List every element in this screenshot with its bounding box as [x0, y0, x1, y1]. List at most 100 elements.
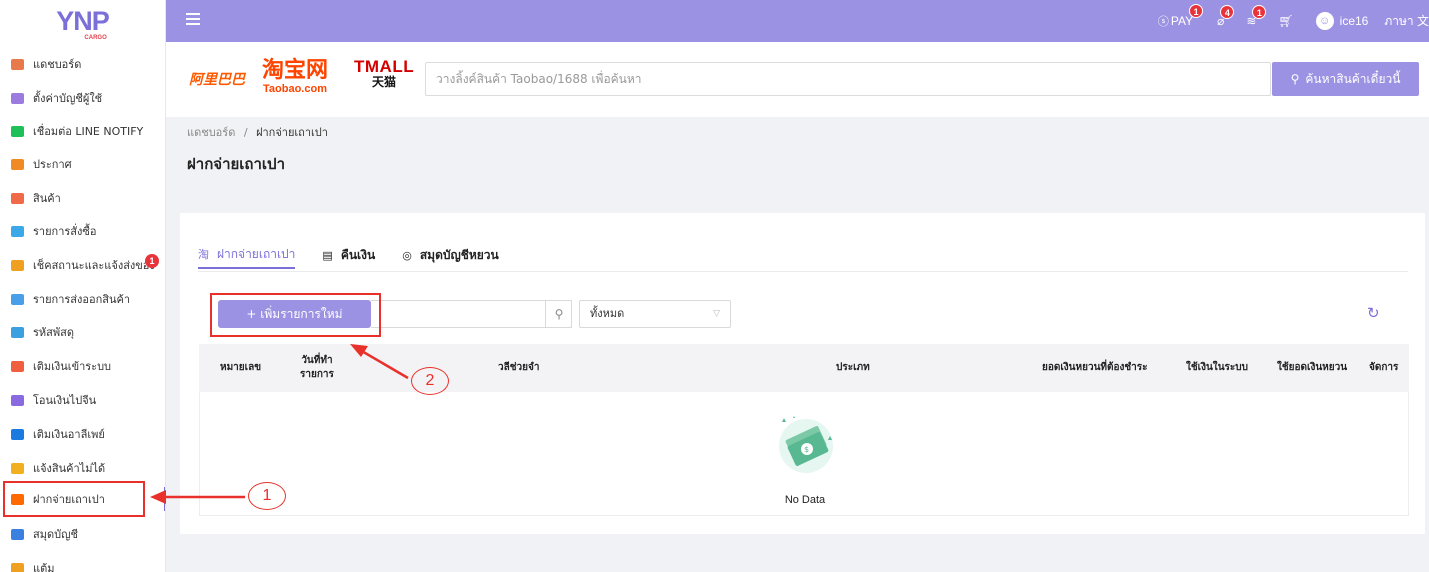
- chart-icon: [11, 58, 24, 70]
- table-header: หมายเลข วันที่ทำ รายการ วลีช่วยจำ ประเภท…: [199, 344, 1409, 392]
- topbar: ⓢ PAY 1 ⌀ 4 ≋ 1 🛒︎ ☺ ice16 ภาษา 文: [166, 0, 1429, 42]
- sidebar-item-label: เชื่อมต่อ LINE NOTIFY: [33, 125, 144, 138]
- brand-tmall-logo[interactable]: TMALL 天猫: [354, 57, 415, 89]
- chevron-down-icon: ▽: [713, 309, 720, 319]
- user-menu[interactable]: ☺ ice16: [1315, 12, 1369, 30]
- sidebar-item-3[interactable]: เชื่อมต่อ LINE NOTIFY: [0, 119, 165, 143]
- sidebar-item-label: โอนเงินไปจีน: [33, 394, 97, 407]
- sidebar-active-indicator: [164, 487, 165, 511]
- sidebar-item-label: รหัสพัสดุ: [33, 326, 74, 339]
- empty-state-text: No Data: [784, 494, 826, 506]
- brand-taobao-logo[interactable]: 淘宝网 Taobao.com: [262, 58, 329, 96]
- sidebar-item-label: ตั้งค่าบัญชีผู้ใช้: [33, 92, 103, 105]
- username: ice16: [1339, 14, 1369, 28]
- column-header-system-funds: ใช้เงินในระบบ: [1186, 362, 1248, 373]
- wallet-icon: [11, 528, 24, 540]
- column-header-date: วันที่ทำ รายการ: [300, 355, 334, 380]
- sidebar-item-1[interactable]: แดชบอร์ด: [0, 52, 165, 76]
- cart-button[interactable]: 🛒︎: [1278, 14, 1293, 28]
- logo[interactable]: YNP CARGO: [0, 0, 165, 42]
- tmall-text: TMALL: [354, 57, 415, 76]
- type-filter-select[interactable]: ทั้งหมด ▽: [579, 300, 731, 328]
- breadcrumb: แดชบอร์ด / ฝากจ่ายเถาเปา: [187, 123, 328, 141]
- column-header-type: ประเภท: [836, 362, 870, 373]
- select-value: ทั้งหมด: [590, 307, 625, 320]
- yuan-icon: [11, 394, 24, 406]
- sidebar-item-16[interactable]: แต้ม: [0, 556, 165, 572]
- brand-1688-logo[interactable]: 阿里巴巴: [189, 69, 245, 89]
- pay-button[interactable]: ⓢ PAY 1: [1157, 4, 1204, 29]
- annotation-marker-2: 2: [411, 367, 449, 395]
- sidebar-item-label: ประกาศ: [33, 158, 72, 171]
- sidebar-item-label: รายการส่งออกสินค้า: [33, 293, 131, 306]
- content-card: 淘 ฝากจ่ายเถาเปา ▤ คืนเงิน ◎ สมุดบัญชีหยว…: [180, 213, 1425, 534]
- breadcrumb-current: ฝากจ่ายเถาเปา: [256, 126, 328, 139]
- logo-text: YNP: [56, 5, 110, 36]
- avatar-icon: ☺: [1315, 12, 1334, 30]
- points-icon: [11, 562, 24, 572]
- sidebar-item-6[interactable]: รายการสั่งซื้อ: [0, 219, 165, 243]
- taobao-com-text: Taobao.com: [263, 83, 327, 95]
- shield-icon: ◎: [402, 248, 412, 262]
- filter-search-input[interactable]: [371, 300, 572, 328]
- sidebar-item-12[interactable]: เติมเงินอาลีเพย์: [0, 422, 165, 446]
- search-icon[interactable]: ⚲: [545, 300, 572, 328]
- svg-text:$: $: [804, 445, 809, 454]
- sidebar-item-label: เติมเงินอาลีเพย์: [33, 428, 105, 441]
- tab-bar: 淘 ฝากจ่ายเถาเปา ▤ คืนเงิน ◎ สมุดบัญชีหยว…: [198, 241, 526, 271]
- coupon-button[interactable]: ⌀ 4: [1217, 5, 1235, 28]
- search-icon: ⚲: [1290, 72, 1300, 86]
- search-button-label: ค้นหาสินค้าเดี๋ยวนี้: [1305, 71, 1401, 86]
- product-link-input[interactable]: วางลิ้งค์สินค้า Taobao/1688 เพื่อค้นหา: [425, 62, 1271, 96]
- sidebar-item-2[interactable]: ตั้งค่าบัญชีผู้ใช้: [0, 86, 165, 110]
- sidebar-item-7[interactable]: เช็คสถานะและแจ้งส่งของ 1: [0, 253, 165, 277]
- sidebar-item-label: สมุดบัญชี: [33, 528, 78, 541]
- column-header-yuan-due: ยอดเงินหยวนที่ต้องชำระ: [1042, 362, 1148, 373]
- refresh-icon[interactable]: ↻: [1367, 304, 1380, 322]
- box-icon: [11, 326, 24, 338]
- report-icon: [11, 462, 24, 474]
- coin-icon: ⓢ: [1157, 16, 1169, 28]
- tab-label: ฝากจ่ายเถาเปา: [217, 246, 296, 261]
- language-switch[interactable]: ภาษา 文: [1384, 12, 1429, 31]
- tab-divider: [198, 271, 1408, 272]
- logo-subtext: CARGO: [84, 34, 107, 41]
- tab-taobao-payment[interactable]: 淘 ฝากจ่ายเถาเปา: [198, 241, 296, 269]
- sidebar-item-label: แจ้งสินค้าไม่ได้: [33, 462, 106, 475]
- annotation-highlight-box-2: [210, 293, 381, 337]
- topup-icon: [11, 360, 24, 372]
- cart-icon: 🛒︎: [1278, 14, 1294, 28]
- sidebar-item-label: เติมเงินเข้าระบบ: [33, 360, 112, 373]
- sidebar-item-11[interactable]: โอนเงินไปจีน: [0, 388, 165, 412]
- page-title: ฝากจ่ายเถาเปา: [187, 155, 285, 173]
- sidebar-item-4[interactable]: ประกาศ: [0, 152, 165, 176]
- menu-toggle-icon[interactable]: [186, 13, 200, 25]
- breadcrumb-home[interactable]: แดชบอร์ด: [187, 126, 235, 139]
- sidebar-item-5[interactable]: สินค้า: [0, 186, 165, 210]
- sidebar-item-9[interactable]: รหัสพัสดุ: [0, 320, 165, 344]
- product-icon: [11, 192, 24, 204]
- alipay-icon: [11, 428, 24, 440]
- export-icon: [11, 293, 24, 305]
- sidebar-item-15[interactable]: สมุดบัญชี: [0, 522, 165, 546]
- taobao-cn-text: 淘宝网: [262, 58, 329, 83]
- tab-yuan-account-book[interactable]: ◎ สมุดบัญชีหยวน: [402, 241, 499, 269]
- column-header-yuan-balance: ใช้ยอดเงินหยวน: [1277, 362, 1348, 373]
- search-now-button[interactable]: ⚲ ค้นหาสินค้าเดี๋ยวนี้: [1272, 62, 1419, 96]
- sidebar-item-13[interactable]: แจ้งสินค้าไม่ได้: [0, 456, 165, 480]
- line-icon: [11, 125, 24, 137]
- sidebar-item-8[interactable]: รายการส่งออกสินค้า: [0, 287, 165, 311]
- pay-label: PAY: [1170, 14, 1194, 28]
- table-body: $ No Data: [199, 392, 1409, 516]
- tmall-sub-text: 天猫: [372, 75, 397, 89]
- sidebar-item-label: เช็คสถานะและแจ้งส่งของ: [33, 259, 155, 272]
- truck-icon: [11, 259, 24, 271]
- search-bar: 阿里巴巴 淘宝网 Taobao.com TMALL 天猫 วางลิ้งค์สิ…: [166, 42, 1429, 117]
- user-settings-icon: [11, 92, 24, 104]
- empty-money-icon: $: [779, 416, 833, 473]
- layers-button[interactable]: ≋ 1: [1246, 5, 1267, 28]
- sidebar-item-10[interactable]: เติมเงินเข้าระบบ: [0, 354, 165, 378]
- layers-badge: 1: [1252, 5, 1267, 19]
- tab-refund[interactable]: ▤ คืนเงิน: [322, 241, 375, 269]
- sidebar-item-label: สินค้า: [33, 192, 61, 205]
